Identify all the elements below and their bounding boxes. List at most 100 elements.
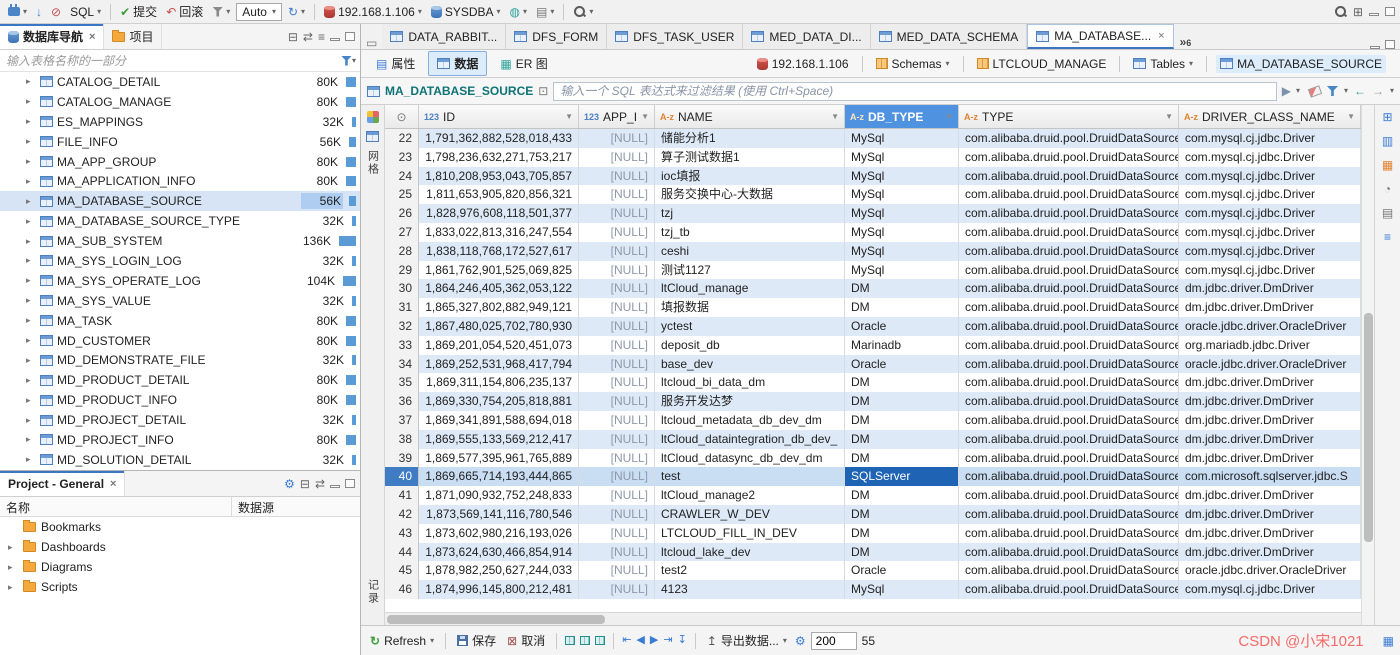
cell-id[interactable]: 1,873,624,630,466,854,914 xyxy=(419,542,579,562)
nav-back-icon[interactable]: ← xyxy=(1354,85,1366,97)
references-panel-icon[interactable]: ▤ xyxy=(1382,207,1393,219)
expander-icon[interactable]: ▸ xyxy=(26,176,36,187)
expander-icon[interactable]: ▸ xyxy=(26,275,36,286)
delete-row-icon[interactable] xyxy=(595,636,606,645)
cell-app-id[interactable]: [NULL] xyxy=(579,580,655,599)
row-number-cell[interactable]: 41 xyxy=(385,486,419,505)
value-viewer-icon[interactable]: ▥ xyxy=(1382,135,1393,147)
cell-driver-class-name[interactable]: com.mysql.cj.jdbc.Driver xyxy=(1179,241,1361,261)
new-connection-button[interactable]: ▾ xyxy=(5,4,30,18)
cell-id[interactable]: 1,869,201,054,520,451,073 xyxy=(419,335,579,355)
cell-driver-class-name[interactable]: com.mysql.cj.jdbc.Driver xyxy=(1179,204,1361,223)
quick-search-icon[interactable] xyxy=(1334,5,1347,18)
add-row-icon[interactable] xyxy=(565,636,576,645)
cell-driver-class-name[interactable]: dm.jdbc.driver.DmDriver xyxy=(1179,542,1361,562)
schema-selector[interactable]: SYSDBA ▾ xyxy=(428,3,504,21)
cell-id[interactable]: 1,878,982,250,627,244,033 xyxy=(419,561,579,581)
cell-type[interactable]: com.alibaba.druid.pool.DruidDataSource xyxy=(959,392,1179,411)
table-row[interactable]: 25 1,811,653,905,820,856,321 [NULL] 服务交换中心-… xyxy=(385,185,1361,205)
save-button[interactable]: 保存 xyxy=(454,630,499,651)
row-number-cell[interactable]: 40 xyxy=(385,467,419,487)
expander-icon[interactable]: ▸ xyxy=(26,156,36,167)
cell-app-id[interactable]: [NULL] xyxy=(579,222,655,242)
cell-type[interactable]: com.alibaba.druid.pool.DruidDataSource xyxy=(959,410,1179,430)
cell-id[interactable]: 1,869,252,531,968,417,794 xyxy=(419,354,579,374)
chevron-down-icon[interactable]: ▾ xyxy=(1390,87,1394,95)
cell-db-type[interactable]: DM xyxy=(845,523,959,543)
cell-app-id[interactable]: [NULL] xyxy=(579,241,655,261)
fetch-all-icon[interactable]: ↧ xyxy=(678,635,687,646)
cell-db-type[interactable]: DM xyxy=(845,373,959,393)
expand-filter-icon[interactable]: ⊡ xyxy=(538,85,548,97)
table-row[interactable]: 34 1,869,252,531,968,417,794 [NULL] base_de… xyxy=(385,354,1361,374)
minimize-icon[interactable] xyxy=(330,38,340,41)
cell-name[interactable]: test xyxy=(655,467,845,487)
tree-item[interactable]: ▸ MA_APPLICATION_INFO 80K xyxy=(0,171,360,191)
tab-database-navigator[interactable]: 数据库导航 × xyxy=(0,24,105,49)
filter-history-icon[interactable]: ▾ xyxy=(1296,87,1300,95)
column-filter-icon[interactable]: ▼ xyxy=(1347,112,1355,121)
cell-type[interactable]: com.alibaba.druid.pool.DruidDataSource xyxy=(959,204,1179,223)
cell-type[interactable]: com.alibaba.druid.pool.DruidDataSource xyxy=(959,279,1179,299)
expander-icon[interactable]: ▸ xyxy=(26,116,36,127)
close-icon[interactable]: × xyxy=(89,31,95,43)
tree-item[interactable]: ▸ MA_APP_GROUP 80K xyxy=(0,152,360,172)
cell-db-type[interactable]: DM xyxy=(845,279,959,299)
cell-name[interactable]: 储能分析1 xyxy=(655,129,845,148)
cell-app-id[interactable]: [NULL] xyxy=(579,448,655,468)
cell-db-type[interactable]: MySql xyxy=(845,147,959,167)
table-row[interactable]: 35 1,869,311,154,806,235,137 [NULL] ltcloud… xyxy=(385,373,1361,393)
column-filter-icon[interactable]: ▼ xyxy=(945,112,953,121)
expander-icon[interactable]: ▸ xyxy=(8,582,18,593)
cell-name[interactable]: deposit_db xyxy=(655,335,845,355)
cell-type[interactable]: com.alibaba.druid.pool.DruidDataSource xyxy=(959,561,1179,581)
panel-toggle-icon[interactable]: ▦ xyxy=(1383,635,1394,647)
row-number-cell[interactable]: 35 xyxy=(385,373,419,393)
cell-type[interactable]: com.alibaba.druid.pool.DruidDataSource xyxy=(959,373,1179,393)
cell-id[interactable]: 1,828,976,608,118,501,377 xyxy=(419,204,579,223)
column-filter-icon[interactable]: ▼ xyxy=(1165,112,1173,121)
connection-selector[interactable]: 192.168.1.106 ▾ xyxy=(321,3,425,21)
cell-db-type[interactable]: DM xyxy=(845,504,959,524)
row-number-cell[interactable]: 34 xyxy=(385,354,419,374)
presentation-settings-icon[interactable] xyxy=(366,111,379,123)
gear-icon[interactable]: ⚙ xyxy=(284,478,295,490)
table-row[interactable]: 30 1,864,246,405,362,053,122 [NULL] ltCloud… xyxy=(385,279,1361,299)
cell-app-id[interactable]: [NULL] xyxy=(579,354,655,374)
cell-driver-class-name[interactable]: com.mysql.cj.jdbc.Driver xyxy=(1179,580,1361,599)
table-row[interactable]: 28 1,838,118,768,172,527,617 [NULL] ceshi My… xyxy=(385,241,1361,261)
cell-driver-class-name[interactable]: com.mysql.cj.jdbc.Driver xyxy=(1179,166,1361,186)
vertical-scrollbar[interactable] xyxy=(1361,105,1374,625)
table-row[interactable]: 40 1,869,665,714,193,444,865 [NULL] test SQL… xyxy=(385,467,1361,487)
expander-icon[interactable]: ▸ xyxy=(26,434,36,445)
cell-db-type[interactable]: DM xyxy=(845,429,959,449)
cell-type[interactable]: com.alibaba.druid.pool.DruidDataSource xyxy=(959,316,1179,336)
cell-app-id[interactable]: [NULL] xyxy=(579,129,655,148)
chevron-down-icon[interactable]: ▾ xyxy=(352,56,356,65)
table-row[interactable]: 24 1,810,208,953,043,705,857 [NULL] ioc填报 My… xyxy=(385,166,1361,186)
column-header-app_id[interactable]: 123APP_ID▼ xyxy=(579,105,655,128)
cell-driver-class-name[interactable]: com.mysql.cj.jdbc.Driver xyxy=(1179,222,1361,242)
metadata-panel-icon[interactable]: ◔ xyxy=(1384,183,1391,195)
cell-id[interactable]: 1,869,665,714,193,444,865 xyxy=(419,467,579,487)
rollback-button[interactable]: ↶ 回滚 xyxy=(163,1,206,22)
tree-item[interactable]: ▸ MA_DATABASE_SOURCE_TYPE 32K xyxy=(0,211,360,231)
disconnect-button[interactable]: ⊘ xyxy=(48,4,64,20)
cell-id[interactable]: 1,864,246,405,362,053,122 xyxy=(419,279,579,299)
table-row[interactable]: 44 1,873,624,630,466,854,914 [NULL] ltcloud… xyxy=(385,542,1361,562)
table-row[interactable]: 43 1,873,602,980,216,193,026 [NULL] LTCLOUD… xyxy=(385,523,1361,543)
cell-db-type[interactable]: Marinadb xyxy=(845,335,959,355)
cell-driver-class-name[interactable]: com.mysql.cj.jdbc.Driver xyxy=(1179,147,1361,167)
cell-app-id[interactable]: [NULL] xyxy=(579,561,655,581)
row-number-cell[interactable]: 23 xyxy=(385,147,419,167)
cell-driver-class-name[interactable]: dm.jdbc.driver.DmDriver xyxy=(1179,392,1361,411)
expander-icon[interactable]: ▸ xyxy=(26,415,36,426)
cancel-button[interactable]: ⊠ 取消 xyxy=(504,630,548,651)
cell-app-id[interactable]: [NULL] xyxy=(579,147,655,167)
link-editor-icon[interactable]: ⇄ xyxy=(303,31,313,43)
calc-panel-icon[interactable]: ▦ xyxy=(1382,159,1393,171)
cell-type[interactable]: com.alibaba.druid.pool.DruidDataSource xyxy=(959,241,1179,261)
cell-db-type[interactable]: Oracle xyxy=(845,561,959,581)
project-item[interactable]: Bookmarks xyxy=(0,517,360,537)
cell-type[interactable]: com.alibaba.druid.pool.DruidDataSource xyxy=(959,354,1179,374)
